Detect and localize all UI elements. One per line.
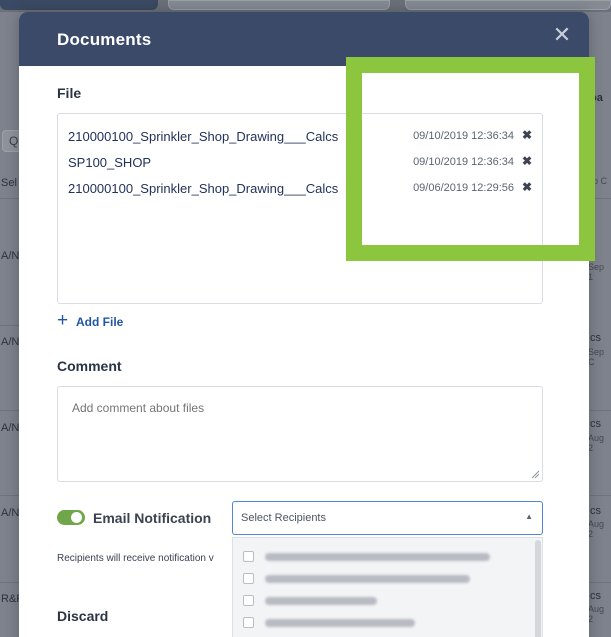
- resize-grip-icon[interactable]: [531, 470, 540, 479]
- blurred-recipient-name: [265, 597, 377, 605]
- discard-button[interactable]: Discard: [57, 608, 108, 624]
- background-divider: [590, 410, 611, 411]
- blurred-recipient-name: [265, 575, 470, 583]
- highlight-annotation: [346, 57, 595, 261]
- file-name[interactable]: 210000100_Sprinkler_Shop_Drawing___Calcs: [68, 181, 338, 196]
- background-left-text: A/N: [1, 336, 20, 348]
- dropdown-scrollbar[interactable]: [535, 540, 541, 637]
- blurred-recipient-name: [265, 553, 490, 561]
- comment-textarea[interactable]: [57, 386, 543, 482]
- background-left-text: A/N: [1, 422, 20, 434]
- file-name[interactable]: 210000100_Sprinkler_Shop_Drawing___Calcs: [68, 129, 338, 144]
- background-right-subtext: Aug 2: [588, 604, 605, 624]
- background-right-subtext: Sep C: [588, 347, 605, 367]
- toggle-knob: [71, 512, 82, 523]
- background-right-text: cs: [590, 332, 601, 344]
- caret-up-icon: ▲: [525, 512, 533, 521]
- background-divider: [590, 582, 611, 583]
- background-divider: [0, 325, 20, 326]
- background-right-subtext: Aug 2: [588, 519, 605, 539]
- recipient-option[interactable]: [243, 592, 523, 608]
- recipient-option[interactable]: [243, 570, 523, 586]
- recipients-note: Recipients will receive notification v: [57, 553, 214, 564]
- email-notification-label: Email Notification: [93, 510, 212, 526]
- background-right-text: cs: [590, 505, 601, 517]
- background-divider: [0, 198, 20, 199]
- comment-section-label: Comment: [57, 358, 122, 374]
- email-notification-toggle[interactable]: [57, 510, 85, 525]
- modal-title: Documents: [57, 30, 152, 49]
- recipient-option[interactable]: [243, 614, 523, 630]
- recipient-checkbox[interactable]: [243, 573, 254, 584]
- file-name[interactable]: SP100_SHOP: [68, 155, 151, 170]
- background-left-text: A/N: [1, 507, 20, 519]
- background-left-text: Sel: [1, 177, 17, 189]
- recipient-checkbox[interactable]: [243, 551, 254, 562]
- background-right-text: cs: [590, 590, 601, 602]
- background-tab: [0, 0, 158, 10]
- add-file-label: Add File: [76, 315, 124, 329]
- plus-icon: +: [57, 310, 69, 331]
- recipient-checkbox[interactable]: [243, 595, 254, 606]
- recipients-dropdown: [232, 537, 543, 637]
- recipient-option[interactable]: [243, 548, 523, 564]
- background-right-subtext: Aug 2: [588, 433, 605, 453]
- background-left-text: A/N: [1, 250, 20, 262]
- background-divider: [590, 495, 611, 496]
- background-right-text: cs: [590, 418, 601, 430]
- background-divider: [0, 582, 20, 583]
- recipients-select[interactable]: Select Recipients ▲: [232, 501, 543, 535]
- background-divider: [0, 410, 20, 411]
- recipients-placeholder: Select Recipients: [241, 512, 326, 524]
- file-section-label: File: [57, 85, 82, 101]
- close-icon[interactable]: ✕: [551, 24, 573, 46]
- background-right-subtext: Sep 1: [588, 262, 605, 282]
- background-divider: [0, 495, 20, 496]
- background-tab: [168, 0, 390, 10]
- blurred-recipient-name: [265, 619, 415, 627]
- recipient-checkbox[interactable]: [243, 617, 254, 628]
- background-tab: [405, 0, 611, 10]
